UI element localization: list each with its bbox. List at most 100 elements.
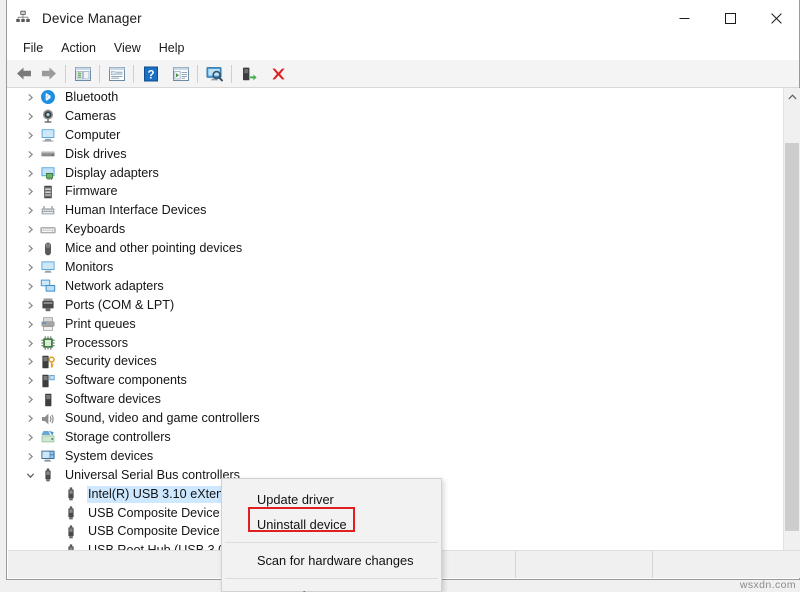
- maximize-button[interactable]: [707, 0, 753, 36]
- update-driver-button[interactable]: [168, 62, 193, 86]
- device-manager-icon: [15, 9, 33, 27]
- menu-action[interactable]: Action: [52, 39, 105, 57]
- tree-item[interactable]: Firmware: [8, 182, 783, 201]
- properties-button[interactable]: [104, 62, 129, 86]
- tree-item[interactable]: Keyboards: [8, 220, 783, 239]
- tree-item[interactable]: Network adapters: [8, 277, 783, 296]
- bluetooth-icon: [39, 89, 57, 106]
- context-menu-item[interactable]: Uninstall device: [222, 512, 441, 537]
- tree-item[interactable]: Bluetooth: [8, 88, 783, 107]
- watermark: wsxdn.com: [739, 579, 796, 591]
- tree-item-label: USB Composite Device: [88, 505, 220, 520]
- tree-item-label: Keyboards: [65, 222, 126, 237]
- mouse-icon: [39, 240, 57, 257]
- toolbar-separator: [197, 64, 198, 83]
- chevron-right-icon[interactable]: [22, 452, 39, 461]
- help-button[interactable]: ?: [138, 62, 163, 86]
- context-menu-item[interactable]: Update driver: [222, 487, 441, 512]
- window-controls: [661, 0, 799, 36]
- tree-item[interactable]: Display adapters: [8, 164, 783, 183]
- tree-item-label: Software components: [65, 373, 187, 388]
- chevron-right-icon[interactable]: [22, 376, 39, 385]
- tree-item-label: Disk drives: [65, 146, 127, 161]
- printer-icon: [39, 316, 57, 333]
- tree-item[interactable]: Computer: [8, 126, 783, 145]
- computer-icon: [39, 127, 57, 144]
- context-menu: Update driver Uninstall device Scan for ha…: [221, 478, 442, 592]
- tree-item[interactable]: Monitors: [8, 258, 783, 277]
- context-menu-item[interactable]: Scan for hardware changes: [222, 548, 441, 573]
- chevron-right-icon[interactable]: [22, 187, 39, 196]
- vertical-scrollbar[interactable]: [783, 88, 800, 562]
- chevron-right-icon[interactable]: [22, 169, 39, 178]
- back-button[interactable]: [11, 62, 36, 86]
- tree-item-label: Firmware: [65, 184, 118, 199]
- chevron-right-icon[interactable]: [22, 225, 39, 234]
- display-adapter-icon: [39, 165, 57, 182]
- chevron-right-icon[interactable]: [22, 263, 39, 272]
- tree-item[interactable]: Mice and other pointing devices: [8, 239, 783, 258]
- chevron-right-icon[interactable]: [22, 131, 39, 140]
- tree-item-label: Display adapters: [65, 165, 159, 180]
- port-icon: [39, 297, 57, 314]
- scrollbar-thumb[interactable]: [785, 143, 799, 531]
- usb-icon: [62, 486, 80, 503]
- tree-item-label: Monitors: [65, 259, 114, 274]
- security-device-icon: [39, 353, 57, 370]
- tree-item[interactable]: Storage controllers: [8, 428, 783, 447]
- status-segment-3: [516, 551, 652, 578]
- context-menu-separator: [225, 542, 438, 543]
- chevron-right-icon[interactable]: [22, 339, 39, 348]
- window-title: Device Manager: [42, 10, 142, 26]
- menu-help[interactable]: Help: [150, 39, 194, 57]
- tree-item[interactable]: System devices: [8, 447, 783, 466]
- chevron-right-icon[interactable]: [22, 414, 39, 423]
- tree-item[interactable]: Sound, video and game controllers: [8, 409, 783, 428]
- minimize-button[interactable]: [661, 0, 707, 36]
- menu-file[interactable]: File: [14, 39, 52, 57]
- add-legacy-hardware-button[interactable]: [236, 62, 261, 86]
- chevron-right-icon[interactable]: [22, 244, 39, 253]
- system-device-icon: [39, 448, 57, 465]
- tree-item-label: Storage controllers: [65, 429, 171, 444]
- disk-drive-icon: [39, 146, 57, 163]
- status-segment-1: [8, 551, 222, 578]
- uninstall-device-button[interactable]: [266, 62, 291, 86]
- scroll-up-button[interactable]: [784, 88, 800, 105]
- toolbar-separator: [133, 64, 134, 83]
- device-manager-window-root: Device Manager File Action View Help ? B…: [0, 0, 800, 592]
- scan-hardware-changes-button[interactable]: [202, 62, 227, 86]
- tree-item-label: Sound, video and game controllers: [65, 411, 260, 426]
- chevron-down-icon[interactable]: [22, 471, 39, 480]
- tree-item[interactable]: Ports (COM & LPT): [8, 296, 783, 315]
- tree-item[interactable]: Disk drives: [8, 145, 783, 164]
- status-segment-4: [653, 551, 800, 578]
- tree-item-label: Processors: [65, 335, 128, 350]
- chevron-right-icon[interactable]: [22, 395, 39, 404]
- chevron-right-icon[interactable]: [22, 357, 39, 366]
- chevron-right-icon[interactable]: [22, 320, 39, 329]
- context-menu-item[interactable]: Properties: [222, 584, 441, 592]
- forward-button[interactable]: [36, 62, 61, 86]
- chevron-right-icon[interactable]: [22, 206, 39, 215]
- show-hide-console-tree-button[interactable]: [70, 62, 95, 86]
- toolbar: ?: [7, 60, 799, 88]
- chevron-right-icon[interactable]: [22, 282, 39, 291]
- tree-item[interactable]: Human Interface Devices: [8, 201, 783, 220]
- tree-item[interactable]: Cameras: [8, 107, 783, 126]
- chevron-right-icon[interactable]: [22, 433, 39, 442]
- toolbar-separator: [231, 64, 232, 83]
- chevron-right-icon[interactable]: [22, 301, 39, 310]
- tree-item[interactable]: Print queues: [8, 315, 783, 334]
- chevron-right-icon[interactable]: [22, 150, 39, 159]
- speaker-icon: [39, 410, 57, 427]
- camera-icon: [39, 108, 57, 125]
- close-button[interactable]: [753, 0, 799, 36]
- tree-item[interactable]: Software components: [8, 371, 783, 390]
- tree-item[interactable]: Processors: [8, 334, 783, 353]
- chevron-right-icon[interactable]: [22, 112, 39, 121]
- tree-item[interactable]: Security devices: [8, 352, 783, 371]
- tree-item[interactable]: Software devices: [8, 390, 783, 409]
- chevron-right-icon[interactable]: [22, 93, 39, 102]
- menu-view[interactable]: View: [105, 39, 150, 57]
